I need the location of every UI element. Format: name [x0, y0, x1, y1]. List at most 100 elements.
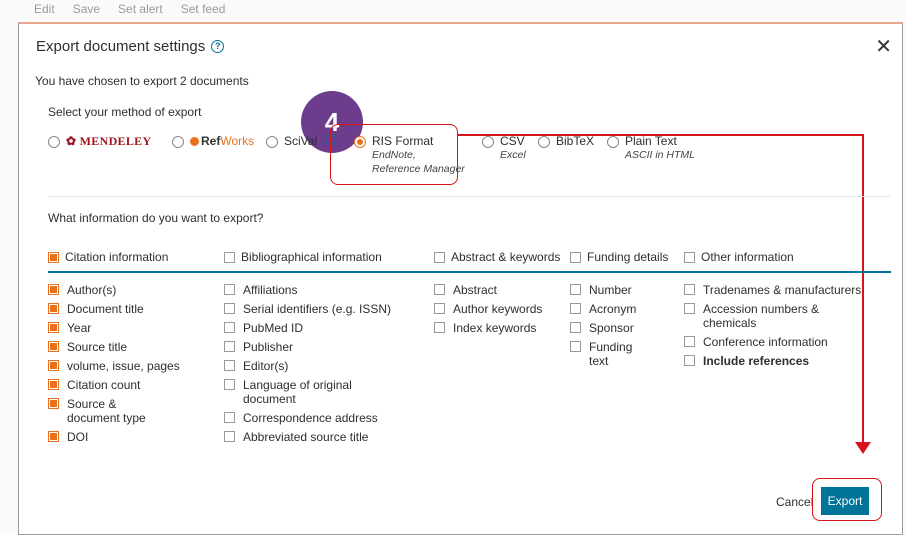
option-label: Include references [703, 354, 810, 368]
checkbox[interactable] [684, 336, 695, 347]
checkbox[interactable] [684, 284, 695, 295]
category-citation[interactable]: Citation information [48, 250, 168, 264]
funding-column: Number Acronym Sponsor Funding text [570, 283, 670, 373]
checkbox-funding-details[interactable] [570, 251, 581, 263]
option-tradenames[interactable]: Tradenames & manufacturers [684, 283, 864, 297]
option-pubmed-id[interactable]: PubMed ID [224, 321, 424, 335]
checkbox[interactable] [684, 355, 695, 366]
option-abbreviated-source-title[interactable]: Abbreviated source title [224, 430, 424, 444]
option-label: PubMed ID [243, 321, 304, 335]
category-funding[interactable]: Funding details [570, 250, 668, 264]
checkbox[interactable] [48, 379, 59, 390]
option-index-keywords[interactable]: Index keywords [434, 321, 569, 335]
checkbox[interactable] [48, 322, 59, 333]
option-source-document-type[interactable]: Source & document type [48, 397, 198, 425]
what-info-label: What information do you want to export? [48, 211, 264, 225]
option-label: Index keywords [453, 321, 537, 335]
option-label: Abstract [453, 283, 498, 297]
radio-csv[interactable] [482, 136, 494, 148]
option-year[interactable]: Year [48, 321, 198, 335]
option-affiliations[interactable]: Affiliations [224, 283, 424, 297]
checkbox[interactable] [224, 303, 235, 314]
checkbox[interactable] [48, 303, 59, 314]
checkbox-bibliographical-info[interactable] [224, 251, 235, 263]
checkbox[interactable] [434, 303, 445, 314]
export-method-group: ✿ MENDELEY RefWorks SciVal i RIS Format … [48, 134, 868, 184]
option-language[interactable]: Language of original document [224, 378, 424, 406]
checkbox[interactable] [48, 284, 59, 295]
option-label: volume, issue, pages [67, 359, 180, 373]
checkbox[interactable] [48, 398, 59, 409]
option-serial-identifiers[interactable]: Serial identifiers (e.g. ISSN) [224, 302, 424, 316]
checkbox[interactable] [570, 303, 581, 314]
checkbox[interactable] [684, 303, 695, 314]
dialog-title-text: Export document settings [36, 38, 206, 55]
checkbox[interactable] [570, 284, 581, 295]
scival-label: SciVal [284, 134, 318, 148]
checkbox[interactable] [224, 341, 235, 352]
category-other[interactable]: Other information [684, 250, 794, 264]
option-number[interactable]: Number [570, 283, 670, 297]
method-scival[interactable]: SciVal i [266, 134, 337, 148]
checkbox[interactable] [224, 431, 235, 442]
category-label: Funding details [587, 250, 669, 264]
option-source-title[interactable]: Source title [48, 340, 198, 354]
option-volume-issue-pages[interactable]: volume, issue, pages [48, 359, 198, 373]
category-label: Citation information [65, 250, 169, 264]
refworks-logo-icon: RefWorks [190, 134, 254, 148]
checkbox-other-info[interactable] [684, 251, 695, 263]
option-label: Source & document type [67, 397, 146, 425]
option-label: Conference information [703, 335, 828, 349]
option-conference-info[interactable]: Conference information [684, 335, 864, 349]
option-sponsor[interactable]: Sponsor [570, 321, 670, 335]
option-abstract[interactable]: Abstract [434, 283, 569, 297]
option-publisher[interactable]: Publisher [224, 340, 424, 354]
option-label: Tradenames & manufacturers [703, 283, 862, 297]
help-icon[interactable]: ? [211, 40, 225, 53]
close-icon[interactable]: ✕ [875, 34, 892, 59]
checkbox-abstract-keywords[interactable] [434, 251, 445, 263]
category-bibliographical[interactable]: Bibliographical information [224, 250, 382, 264]
option-document-title[interactable]: Document title [48, 302, 198, 316]
option-acronym[interactable]: Acronym [570, 302, 670, 316]
option-accession-numbers[interactable]: Accession numbers & chemicals [684, 302, 864, 330]
checkbox[interactable] [224, 322, 235, 333]
method-csv[interactable]: CSV Excel [482, 134, 526, 162]
category-row: Citation information Bibliographical inf… [48, 250, 891, 270]
checkbox[interactable] [48, 431, 59, 442]
category-rule [48, 271, 891, 273]
category-abstract[interactable]: Abstract & keywords [434, 250, 560, 264]
method-refworks[interactable]: RefWorks [172, 134, 254, 148]
option-correspondence-address[interactable]: Correspondence address [224, 411, 424, 425]
option-citation-count[interactable]: Citation count [48, 378, 198, 392]
radio-scival[interactable] [266, 136, 278, 148]
checkbox[interactable] [570, 322, 581, 333]
option-include-references[interactable]: Include references [684, 354, 864, 368]
radio-plaintext[interactable] [607, 136, 619, 148]
checkbox[interactable] [224, 284, 235, 295]
radio-refworks[interactable] [172, 136, 184, 148]
method-mendeley[interactable]: ✿ MENDELEY [48, 134, 151, 149]
checkbox[interactable] [48, 360, 59, 371]
option-authors[interactable]: Author(s) [48, 283, 198, 297]
option-author-keywords[interactable]: Author keywords [434, 302, 569, 316]
checkbox[interactable] [224, 412, 235, 423]
method-bibtex[interactable]: BibTeX [538, 134, 594, 148]
option-label: Accession numbers & chemicals [703, 302, 820, 330]
checkbox[interactable] [434, 284, 445, 295]
radio-mendeley[interactable] [48, 136, 60, 148]
checkbox[interactable] [570, 341, 581, 352]
citation-column: Author(s) Document title Year Source tit… [48, 283, 198, 449]
method-plaintext[interactable]: Plain Text ASCII in HTML [607, 134, 695, 162]
checkbox[interactable] [224, 379, 235, 390]
checkbox[interactable] [48, 341, 59, 352]
option-label: Abbreviated source title [243, 430, 369, 444]
option-editors[interactable]: Editor(s) [224, 359, 424, 373]
option-doi[interactable]: DOI [48, 430, 198, 444]
radio-bibtex[interactable] [538, 136, 550, 148]
option-funding-text[interactable]: Funding text [570, 340, 670, 368]
checkbox[interactable] [224, 360, 235, 371]
checkbox-citation-info[interactable] [48, 251, 59, 263]
checkbox[interactable] [434, 322, 445, 333]
cancel-button[interactable]: Cancel [776, 495, 813, 509]
